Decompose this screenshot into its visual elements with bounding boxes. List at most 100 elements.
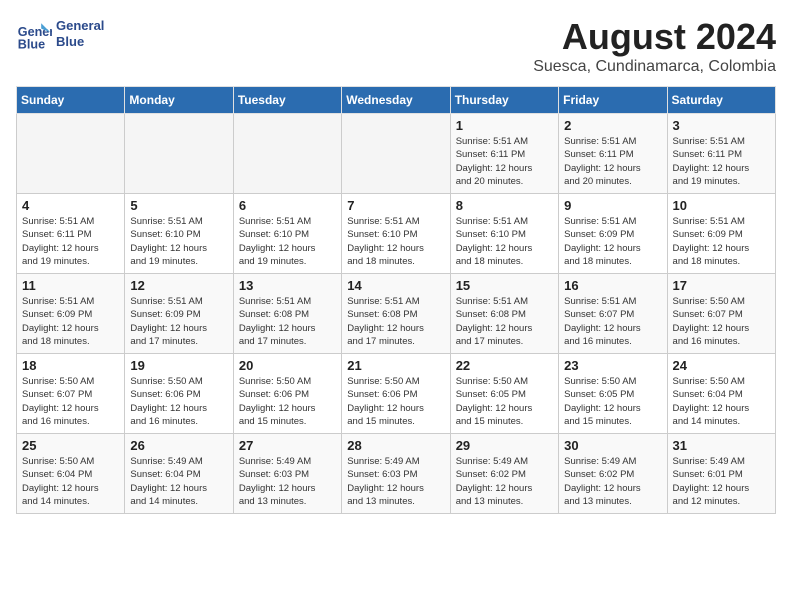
calendar-cell: 31 Sunrise: 5:49 AM Sunset: 6:01 PM Dayli…	[667, 434, 775, 514]
day-number: 24	[673, 358, 770, 373]
logo-text: General Blue	[56, 18, 104, 49]
calendar-cell: 15Sunrise: 5:51 AM Sunset: 6:08 PM Dayli…	[450, 274, 558, 354]
day-number: 30	[564, 438, 661, 453]
calendar-header-row: SundayMondayTuesdayWednesdayThursdayFrid…	[17, 87, 776, 114]
day-number: 5	[130, 198, 227, 213]
calendar-cell: 3 Sunrise: 5:51 AM Sunset: 6:11 PM Daylig…	[667, 114, 775, 194]
day-number: 16	[564, 278, 661, 293]
logo-line2: Blue	[56, 34, 104, 50]
calendar-cell: 25 Sunrise: 5:50 AM Sunset: 6:04 PM Dayli…	[17, 434, 125, 514]
day-number: 21	[347, 358, 444, 373]
day-info: Sunrise: 5:51 AM Sunset: 6:09 PM Dayligh…	[22, 295, 119, 348]
calendar-cell: 19Sunrise: 5:50 AM Sunset: 6:06 PM Dayli…	[125, 354, 233, 434]
day-number: 3	[673, 118, 770, 133]
day-number: 12	[130, 278, 227, 293]
day-number: 14	[347, 278, 444, 293]
day-info: Sunrise: 5:51 AM Sunset: 6:09 PM Dayligh…	[130, 295, 227, 348]
calendar-cell	[17, 114, 125, 194]
calendar-cell: 22 Sunrise: 5:50 AM Sunset: 6:05 PM Dayli…	[450, 354, 558, 434]
calendar-table: SundayMondayTuesdayWednesdayThursdayFrid…	[16, 86, 776, 514]
day-number: 22	[456, 358, 553, 373]
day-info: Sunrise: 5:51 AM Sunset: 6:09 PM Dayligh…	[564, 215, 661, 268]
calendar-cell: 28Sunrise: 5:49 AM Sunset: 6:03 PM Dayli…	[342, 434, 450, 514]
calendar-cell: 13 Sunrise: 5:51 AM Sunset: 6:08 PM Dayli…	[233, 274, 341, 354]
day-info: Sunrise: 5:49 AM Sunset: 6:02 PM Dayligh…	[456, 455, 553, 508]
calendar-cell: 18Sunrise: 5:50 AM Sunset: 6:07 PM Dayli…	[17, 354, 125, 434]
day-info: Sunrise: 5:50 AM Sunset: 6:06 PM Dayligh…	[239, 375, 336, 428]
calendar-cell: 12 Sunrise: 5:51 AM Sunset: 6:09 PM Dayli…	[125, 274, 233, 354]
day-number: 11	[22, 278, 119, 293]
day-header-monday: Monday	[125, 87, 233, 114]
calendar-week-row: 25 Sunrise: 5:50 AM Sunset: 6:04 PM Dayli…	[17, 434, 776, 514]
day-header-tuesday: Tuesday	[233, 87, 341, 114]
calendar-week-row: 11 Sunrise: 5:51 AM Sunset: 6:09 PM Dayli…	[17, 274, 776, 354]
logo-line1: General	[56, 18, 104, 34]
day-info: Sunrise: 5:50 AM Sunset: 6:07 PM Dayligh…	[22, 375, 119, 428]
calendar-cell: 17Sunrise: 5:50 AM Sunset: 6:07 PM Dayli…	[667, 274, 775, 354]
calendar-cell: 1Sunrise: 5:51 AM Sunset: 6:11 PM Daylig…	[450, 114, 558, 194]
day-info: Sunrise: 5:49 AM Sunset: 6:03 PM Dayligh…	[239, 455, 336, 508]
svg-text:Blue: Blue	[18, 37, 45, 51]
day-number: 29	[456, 438, 553, 453]
day-number: 6	[239, 198, 336, 213]
calendar-cell	[125, 114, 233, 194]
calendar-cell: 21Sunrise: 5:50 AM Sunset: 6:06 PM Dayli…	[342, 354, 450, 434]
day-number: 8	[456, 198, 553, 213]
calendar-cell: 26 Sunrise: 5:49 AM Sunset: 6:04 PM Dayli…	[125, 434, 233, 514]
calendar-week-row: 4Sunrise: 5:51 AM Sunset: 6:11 PM Daylig…	[17, 194, 776, 274]
calendar-cell	[233, 114, 341, 194]
day-info: Sunrise: 5:51 AM Sunset: 6:07 PM Dayligh…	[564, 295, 661, 348]
calendar-cell: 4Sunrise: 5:51 AM Sunset: 6:11 PM Daylig…	[17, 194, 125, 274]
day-header-friday: Friday	[559, 87, 667, 114]
day-info: Sunrise: 5:50 AM Sunset: 6:04 PM Dayligh…	[673, 375, 770, 428]
day-info: Sunrise: 5:49 AM Sunset: 6:02 PM Dayligh…	[564, 455, 661, 508]
calendar-cell: 11 Sunrise: 5:51 AM Sunset: 6:09 PM Dayli…	[17, 274, 125, 354]
day-info: Sunrise: 5:50 AM Sunset: 6:05 PM Dayligh…	[456, 375, 553, 428]
day-info: Sunrise: 5:49 AM Sunset: 6:04 PM Dayligh…	[130, 455, 227, 508]
day-header-sunday: Sunday	[17, 87, 125, 114]
day-number: 27	[239, 438, 336, 453]
day-number: 4	[22, 198, 119, 213]
day-info: Sunrise: 5:51 AM Sunset: 6:11 PM Dayligh…	[456, 135, 553, 188]
day-info: Sunrise: 5:51 AM Sunset: 6:08 PM Dayligh…	[239, 295, 336, 348]
location: Suesca, Cundinamarca, Colombia	[533, 58, 776, 76]
calendar-cell: 9 Sunrise: 5:51 AM Sunset: 6:09 PM Daylig…	[559, 194, 667, 274]
calendar-cell: 5 Sunrise: 5:51 AM Sunset: 6:10 PM Daylig…	[125, 194, 233, 274]
day-info: Sunrise: 5:51 AM Sunset: 6:10 PM Dayligh…	[239, 215, 336, 268]
calendar-cell: 14 Sunrise: 5:51 AM Sunset: 6:08 PM Dayli…	[342, 274, 450, 354]
day-number: 25	[22, 438, 119, 453]
day-info: Sunrise: 5:51 AM Sunset: 6:08 PM Dayligh…	[347, 295, 444, 348]
day-number: 20	[239, 358, 336, 373]
calendar-cell: 30 Sunrise: 5:49 AM Sunset: 6:02 PM Dayli…	[559, 434, 667, 514]
calendar-cell	[342, 114, 450, 194]
calendar-cell: 27 Sunrise: 5:49 AM Sunset: 6:03 PM Dayli…	[233, 434, 341, 514]
day-header-thursday: Thursday	[450, 87, 558, 114]
day-info: Sunrise: 5:50 AM Sunset: 6:04 PM Dayligh…	[22, 455, 119, 508]
day-number: 26	[130, 438, 227, 453]
title-area: August 2024 Suesca, Cundinamarca, Colomb…	[533, 16, 776, 76]
calendar-cell: 6 Sunrise: 5:51 AM Sunset: 6:10 PM Daylig…	[233, 194, 341, 274]
day-number: 19	[130, 358, 227, 373]
day-number: 31	[673, 438, 770, 453]
header: General Blue General Blue August 2024 Su…	[16, 16, 776, 76]
day-number: 28	[347, 438, 444, 453]
day-header-wednesday: Wednesday	[342, 87, 450, 114]
day-info: Sunrise: 5:51 AM Sunset: 6:11 PM Dayligh…	[564, 135, 661, 188]
day-number: 10	[673, 198, 770, 213]
day-number: 2	[564, 118, 661, 133]
day-info: Sunrise: 5:49 AM Sunset: 6:01 PM Dayligh…	[673, 455, 770, 508]
calendar-cell: 2 Sunrise: 5:51 AM Sunset: 6:11 PM Daylig…	[559, 114, 667, 194]
day-info: Sunrise: 5:51 AM Sunset: 6:10 PM Dayligh…	[130, 215, 227, 268]
calendar-cell: 7Sunrise: 5:51 AM Sunset: 6:10 PM Daylig…	[342, 194, 450, 274]
day-header-saturday: Saturday	[667, 87, 775, 114]
calendar-cell: 23Sunrise: 5:50 AM Sunset: 6:05 PM Dayli…	[559, 354, 667, 434]
calendar-cell: 8 Sunrise: 5:51 AM Sunset: 6:10 PM Daylig…	[450, 194, 558, 274]
day-info: Sunrise: 5:51 AM Sunset: 6:11 PM Dayligh…	[673, 135, 770, 188]
day-info: Sunrise: 5:51 AM Sunset: 6:10 PM Dayligh…	[456, 215, 553, 268]
day-number: 9	[564, 198, 661, 213]
day-number: 15	[456, 278, 553, 293]
day-number: 17	[673, 278, 770, 293]
month-year: August 2024	[533, 16, 776, 58]
day-number: 13	[239, 278, 336, 293]
calendar-cell: 16 Sunrise: 5:51 AM Sunset: 6:07 PM Dayli…	[559, 274, 667, 354]
